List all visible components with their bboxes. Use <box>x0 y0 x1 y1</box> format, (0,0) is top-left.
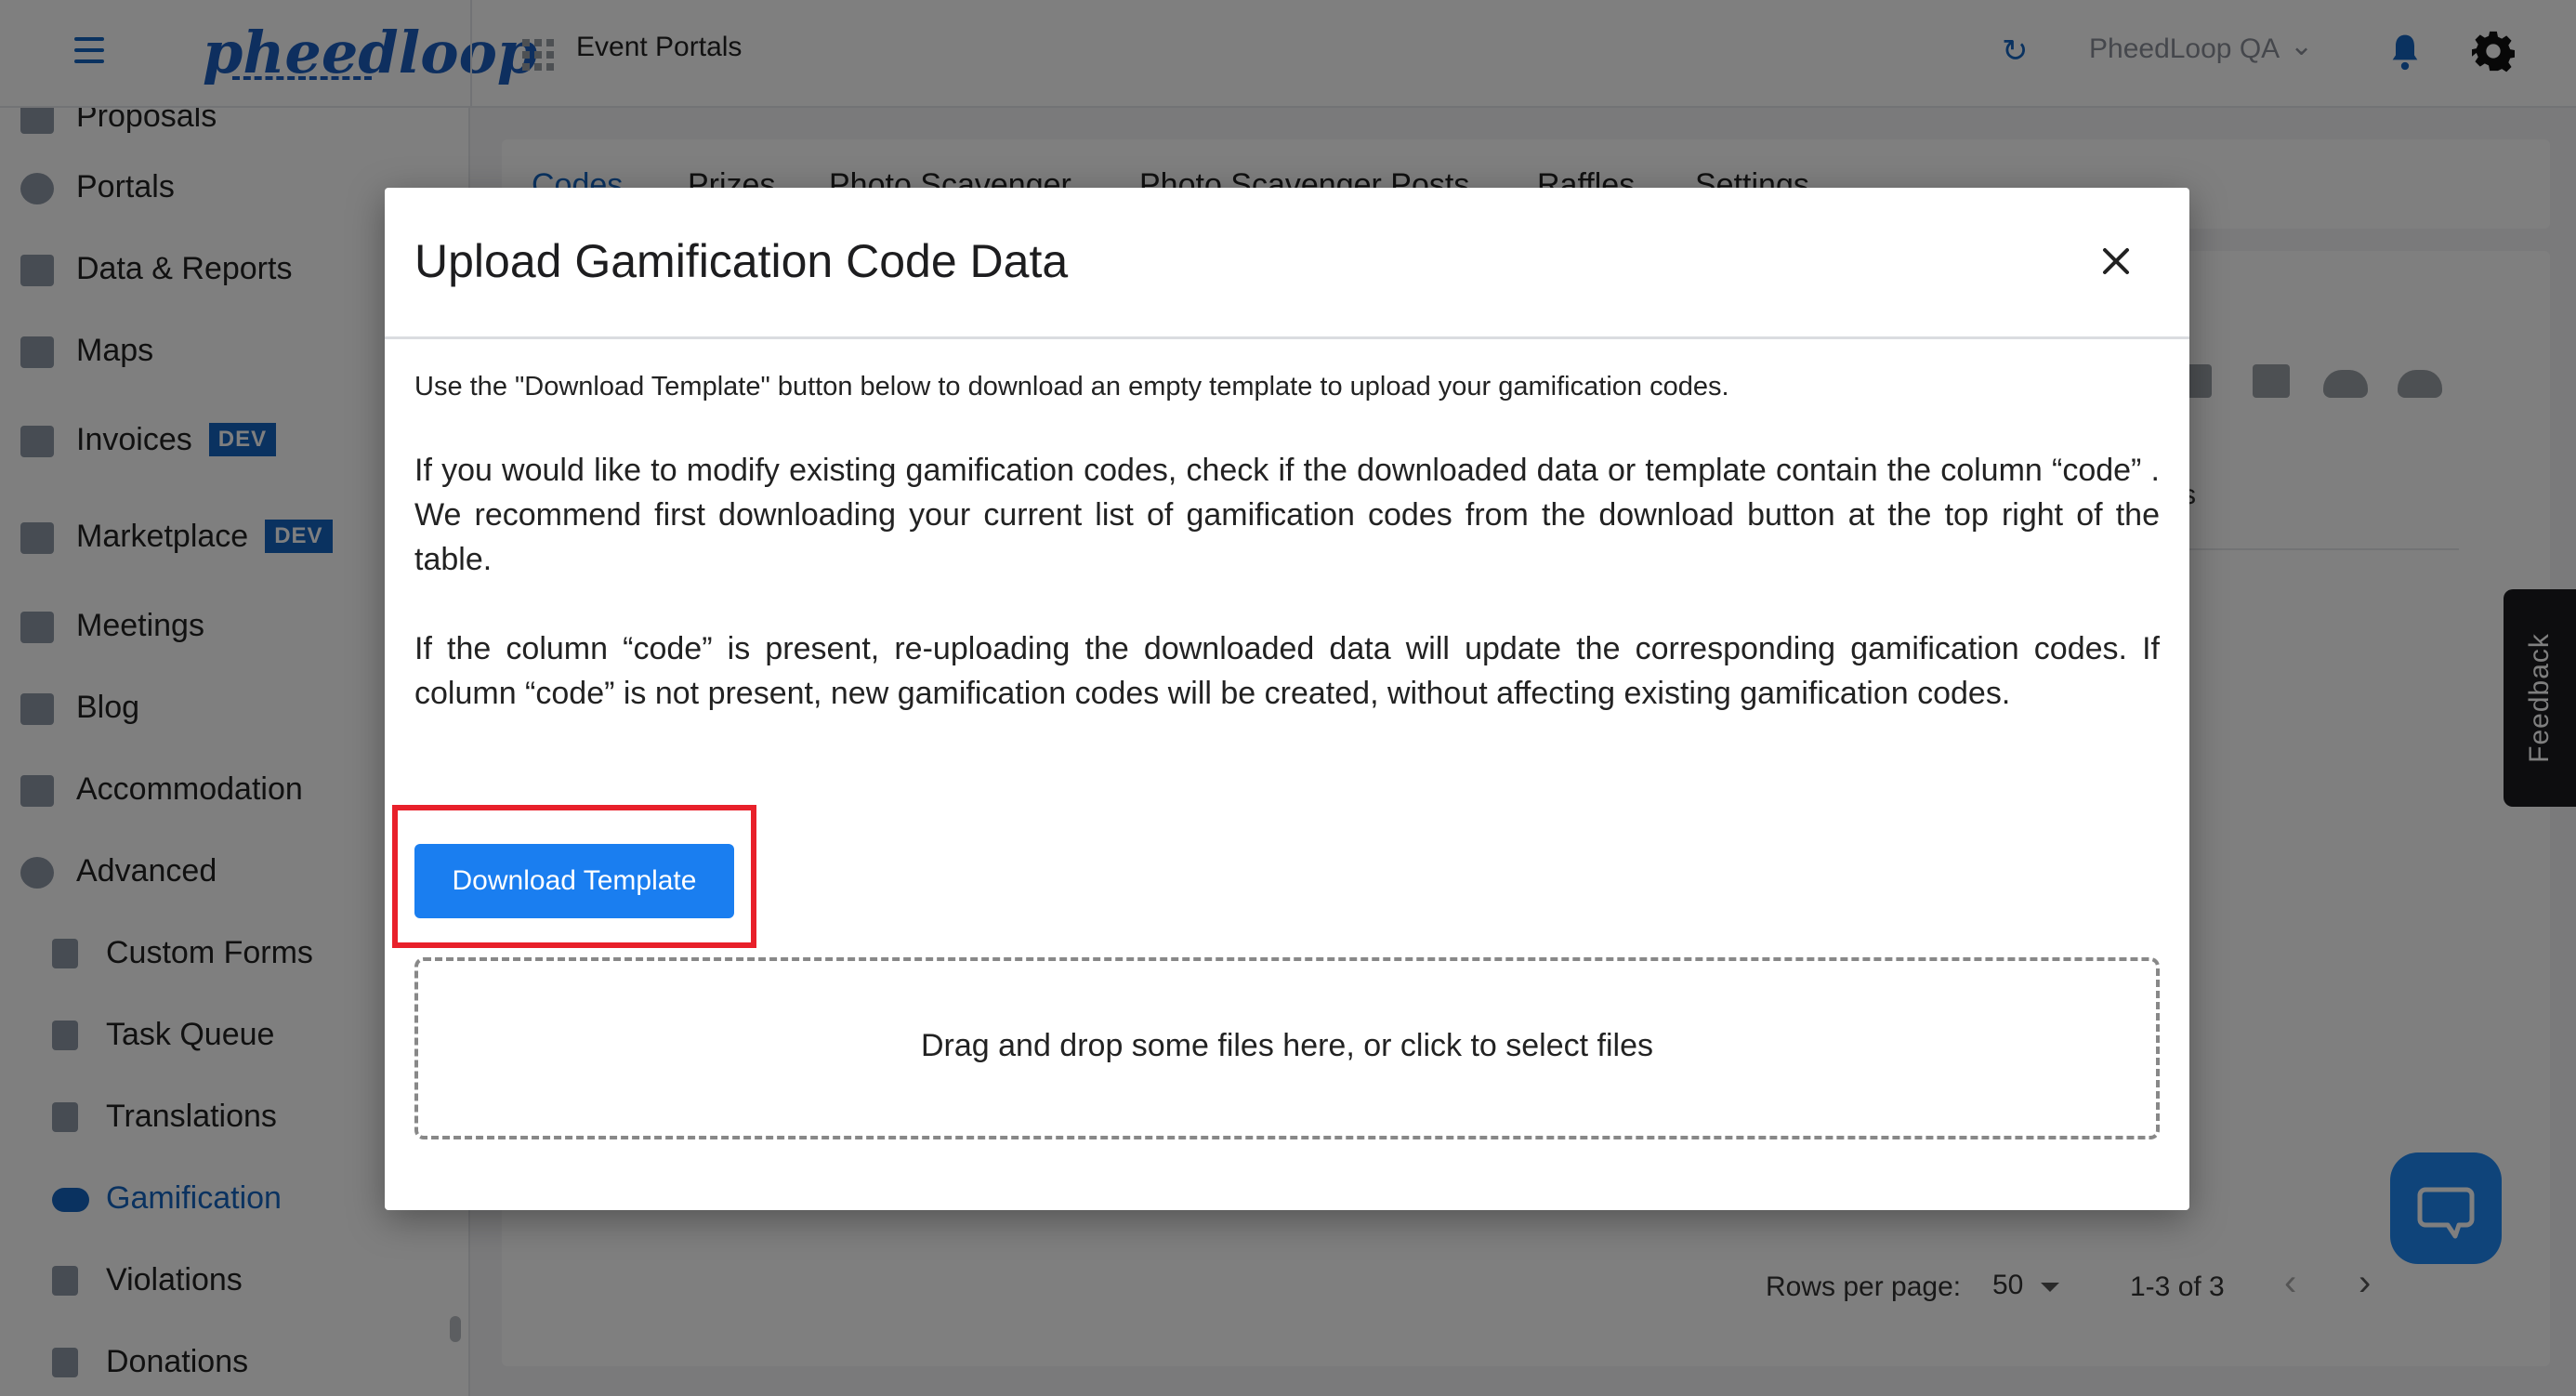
dropzone-text: Drag and drop some files here, or click … <box>920 1028 1653 1063</box>
close-icon[interactable] <box>2093 238 2139 284</box>
modal-title: Upload Gamification Code Data <box>414 235 1069 287</box>
modal-divider <box>385 336 2189 339</box>
modal-paragraph-reupload: If the column “code” is present, re-uplo… <box>414 631 2160 711</box>
modal-intro-text: Use the "Download Template" button below… <box>414 372 1729 402</box>
download-template-button[interactable]: Download Template <box>414 844 734 918</box>
file-dropzone[interactable]: Drag and drop some files here, or click … <box>414 957 2160 1139</box>
upload-modal: Upload Gamification Code Data Use the "D… <box>385 188 2189 1210</box>
modal-paragraph-modify: If you would like to modify existing gam… <box>414 453 2160 577</box>
